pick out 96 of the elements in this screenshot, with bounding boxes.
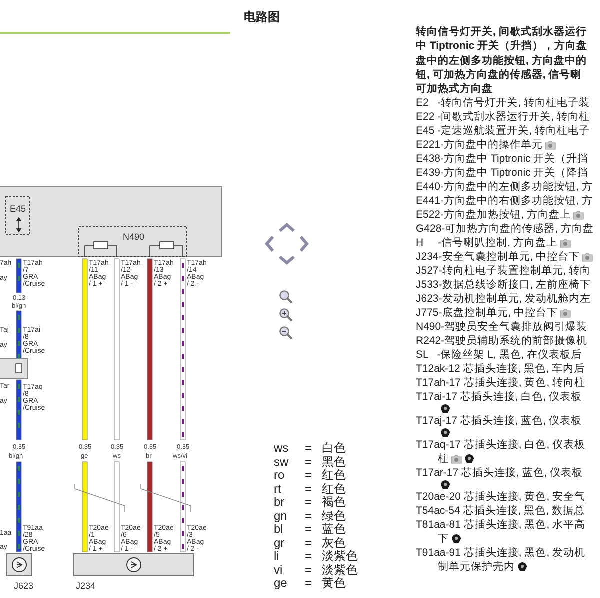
color-code: ge <box>274 577 288 590</box>
component-entry: H -信号喇叭控制, 方向盘上 <box>416 236 558 250</box>
unit-label: J234 <box>76 581 96 591</box>
color-code: rt <box>274 482 282 496</box>
color-code: bl <box>274 523 284 536</box>
component-entry: N490-驾驶员安全气囊排放阀引爆装 <box>416 320 588 334</box>
color-code: ws <box>274 442 290 456</box>
component-entry: J527-转向柱电子装置控制单元, 转向 <box>416 264 592 278</box>
heading-line: 盘中的左侧多功能按钮, 方向盘中的 <box>416 54 588 68</box>
component-entry-continued: 制单元保护壳内 <box>438 560 515 574</box>
color-name: 黑色 <box>322 456 346 469</box>
component-entry: J775-底盘控制单元, 中控台下 <box>416 306 558 320</box>
equals-sign: = <box>305 482 314 496</box>
pan-arrows-icon[interactable] <box>264 222 310 266</box>
color-name: 淡紫色 <box>322 564 358 577</box>
component-entry: T20ae-20 芯插头连接, 黄色, 安全气 <box>416 490 586 504</box>
component-entry: E440-方向盘中的左侧多功能按钮, 方 <box>416 180 593 194</box>
unit-label: J623 <box>14 581 34 591</box>
switch-label: E45 <box>10 204 26 214</box>
camera-icon[interactable] <box>560 238 570 248</box>
color-name: 红色 <box>322 469 346 482</box>
plug-icon[interactable] <box>451 534 462 544</box>
module-label: N490 <box>123 232 145 242</box>
equals-sign: = <box>305 550 314 564</box>
component-entry: T91aa-91 芯插头连接, 黑色, 发动机 <box>416 546 586 560</box>
equals-sign: = <box>305 564 314 577</box>
color-name: 褐色 <box>322 496 346 510</box>
equals-sign: = <box>305 469 314 482</box>
resistor-symbol <box>150 242 184 258</box>
equals-sign: = <box>305 523 314 536</box>
color-code: gr <box>274 536 286 550</box>
color-name: 白色 <box>322 442 346 456</box>
zoom-out-icon[interactable] <box>279 326 293 340</box>
color-code: li <box>274 550 280 564</box>
component-entry: SL -保险丝架 L, 黑色, 在仪表板后 <box>416 348 582 362</box>
color-code: ro <box>274 469 286 482</box>
heading-line: 可加热式方向盘 <box>416 82 494 96</box>
component-entry: T12ak-12 芯插头连接, 黑色, 车内后 <box>416 362 585 376</box>
component-entry: J533-数据总线诊断接口, 左前座椅下 <box>416 278 592 292</box>
zoom-reset-icon[interactable] <box>279 290 293 304</box>
color-name: 黄色 <box>322 577 346 590</box>
resistor-symbol <box>84 242 118 258</box>
equals-sign: = <box>305 577 314 590</box>
component-entry: J623-发动机控制单元, 发动机舱内左 <box>416 292 592 306</box>
heading-line: 中 Tiptronic 开关（升挡），方向盘 <box>416 39 589 54</box>
component-entry: E2 -转向信号灯开关, 转向柱电子装 <box>416 96 590 110</box>
zoom-in-icon[interactable] <box>279 308 293 322</box>
component-entry-continued: 柱 <box>438 452 449 466</box>
component-entry: J234-安全气囊控制单元, 中控台下 <box>416 250 580 264</box>
plug-icon[interactable] <box>440 404 451 414</box>
component-entry-continued: 下 <box>438 532 449 546</box>
twisted-pair-mark <box>74 484 126 512</box>
color-name: 绿色 <box>322 510 346 523</box>
component-entry: E438-方向盘中 Tiptronic 开关（升挡 <box>416 152 589 166</box>
color-name: 淡紫色 <box>322 550 358 564</box>
color-name: 蓝色 <box>322 523 346 536</box>
plug-icon[interactable] <box>440 428 451 438</box>
component-entry: E22 -间歇式刮水器运行开关, 转向柱 <box>416 110 590 124</box>
color-name: 灰色 <box>322 536 346 550</box>
color-code: gn <box>274 510 288 523</box>
camera-icon[interactable] <box>560 308 572 318</box>
control-unit <box>6 554 32 576</box>
equals-sign: = <box>305 456 314 469</box>
camera-icon[interactable] <box>572 210 584 220</box>
component-entry: T54ac-54 芯插头连接, 黑色, 数据总 <box>416 504 585 518</box>
component-entry: E441-方向盘中的右侧多功能按钮, 方 <box>416 194 593 208</box>
component-entry: T17ai-17 芯插头连接, 白色, 仪表板 <box>416 390 582 404</box>
component-entry: E522-方向盘加热按钮, 方向盘上 <box>416 208 571 222</box>
component-entry: T17ar-17 芯插头连接, 蓝色, 仪表板 <box>416 466 584 480</box>
component-entry: E45 -定速巡航装置开关, 转向柱电子 <box>416 124 590 138</box>
equals-sign: = <box>305 510 314 523</box>
component-entry: E439-方向盘中 Tiptronic 开关（降挡 <box>416 166 589 180</box>
color-code: br <box>274 496 286 510</box>
component-entry: E221-方向盘中的操作单元 <box>416 138 544 152</box>
heading-line: 钮, 可加热方向盘的传感器, 信号喇 <box>416 68 583 82</box>
color-code: vi <box>274 564 284 577</box>
component-entry: R242-驾驶员辅助系统的前部摄像机 <box>416 334 588 348</box>
equals-sign: = <box>305 442 314 456</box>
plug-icon[interactable] <box>517 562 528 572</box>
equals-sign: = <box>305 536 314 550</box>
twisted-pair-mark <box>140 484 192 512</box>
camera-icon[interactable] <box>545 140 556 150</box>
switch-symbol <box>6 196 30 236</box>
component-entry: T17aj-17 芯插头连接, 蓝色, 仪表板 <box>416 414 582 428</box>
color-name: 红色 <box>322 482 346 496</box>
color-code: sw <box>274 456 290 469</box>
component-entry: T81aa-81 芯插头连接, 黑色, 水平高 <box>416 518 586 532</box>
component-entry: G428-可加热方向盘的传感器, 方向盘 <box>416 222 594 236</box>
plug-icon[interactable] <box>464 454 475 464</box>
camera-icon[interactable] <box>582 252 594 262</box>
component-entry: T17ah-17 芯插头连接, 黄色, 转向柱 <box>416 376 586 390</box>
component-entry: T17aq-17 芯插头连接, 白色, 仪表板 <box>416 438 586 452</box>
heading-line: 转向信号灯开关, 间歇式刮水器运行 <box>416 25 588 40</box>
equals-sign: = <box>305 496 314 510</box>
page-title: 电路图 <box>243 9 281 26</box>
plug-icon[interactable] <box>440 480 451 490</box>
